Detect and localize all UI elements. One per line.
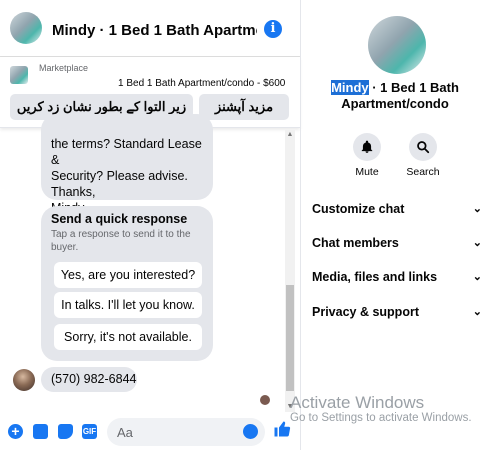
- menu-customize-chat[interactable]: Customize chat ⌄: [312, 197, 492, 221]
- search-label: Search: [406, 166, 440, 178]
- menu-label: Media, files and links: [312, 270, 438, 284]
- quick-response-option[interactable]: Yes, are you interested?: [54, 262, 202, 288]
- menu-privacy-support[interactable]: Privacy & support ⌄: [312, 300, 492, 324]
- mute-label: Mute: [355, 166, 379, 178]
- search-icon: [417, 141, 430, 154]
- chevron-down-icon: ⌄: [472, 271, 482, 283]
- seen-indicator-avatar: [260, 395, 270, 405]
- conversation-name-highlight: Mindy: [331, 80, 369, 95]
- listing-thumbnail[interactable]: [10, 12, 42, 44]
- quick-response-option[interactable]: Sorry, it's not available.: [54, 324, 202, 350]
- menu-media-files-links[interactable]: Media, files and links ⌄: [312, 265, 492, 289]
- quick-response-title: Send a quick response: [51, 212, 188, 226]
- more-options-button[interactable]: مزید آپشنز: [199, 94, 289, 120]
- conversation-avatar[interactable]: [368, 16, 426, 74]
- chat-panel: Mindy · 1 Bed 1 Bath Apartment... i Mark…: [0, 0, 300, 450]
- activate-windows-subtitle: Go to Settings to activate Windows.: [290, 412, 472, 424]
- chevron-down-icon: ⌄: [472, 306, 482, 318]
- info-icon[interactable]: i: [264, 20, 282, 38]
- sender-avatar[interactable]: [13, 369, 35, 391]
- scroll-up-arrow-icon[interactable]: ▲: [285, 130, 295, 140]
- listing-title-price[interactable]: 1 Bed 1 Bath Apartment/condo - $600: [118, 78, 285, 89]
- bell-icon: [361, 140, 373, 153]
- menu-label: Customize chat: [312, 202, 405, 216]
- menu-chat-members[interactable]: Chat members ⌄: [312, 231, 492, 255]
- phone-message-text: (570) 982-6844: [51, 372, 137, 386]
- chevron-down-icon: ⌄: [472, 237, 482, 249]
- emoji-icon[interactable]: [243, 424, 258, 439]
- chat-title[interactable]: Mindy · 1 Bed 1 Bath Apartment...: [52, 22, 257, 39]
- message-input-placeholder[interactable]: Aa: [117, 425, 133, 440]
- panel-divider: [300, 0, 301, 450]
- conversation-name: Mindy · 1 Bed 1 Bath Apartment/condo: [330, 80, 460, 112]
- chevron-down-icon: ⌄: [472, 203, 482, 215]
- quick-response-subtitle: Tap a response to send it to the buyer.: [51, 229, 191, 253]
- marketplace-thumbnail[interactable]: [10, 66, 28, 84]
- message-text: the terms? Standard Lease & Security? Pl…: [51, 137, 202, 215]
- mute-button[interactable]: [353, 133, 381, 161]
- thumbs-up-icon[interactable]: [273, 420, 291, 440]
- search-button[interactable]: [409, 133, 437, 161]
- photo-icon[interactable]: [33, 424, 48, 439]
- menu-label: Chat members: [312, 236, 399, 250]
- menu-label: Privacy & support: [312, 305, 419, 319]
- gif-icon[interactable]: GIF: [82, 424, 97, 439]
- quick-response-option[interactable]: In talks. I'll let you know.: [54, 292, 202, 318]
- scrollbar-thumb[interactable]: [286, 285, 294, 391]
- marketplace-label: Marketplace: [39, 63, 89, 73]
- activate-windows-title: Activate Windows: [290, 393, 425, 412]
- plus-icon[interactable]: +: [8, 424, 23, 439]
